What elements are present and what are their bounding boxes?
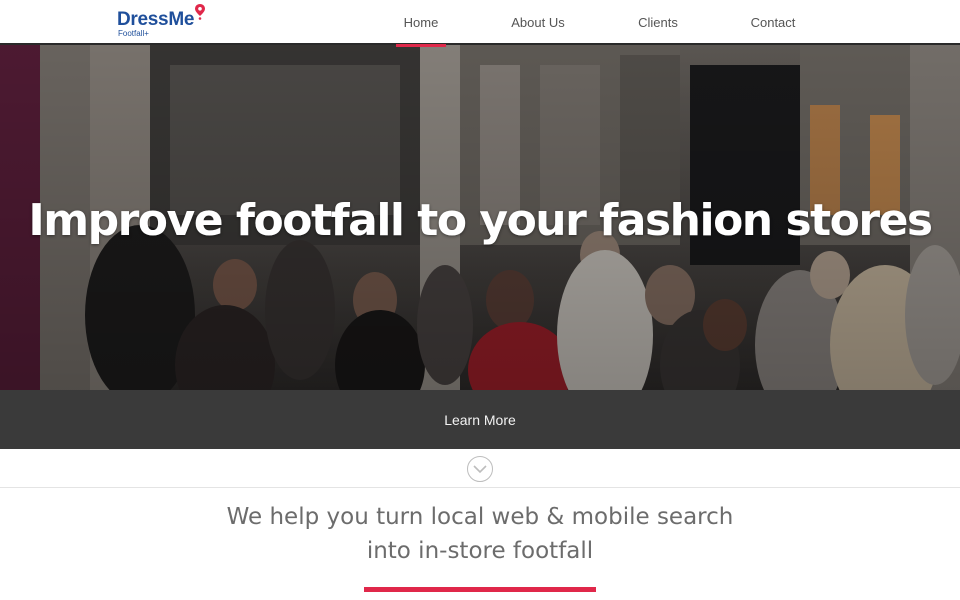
intro-line-2: into in-store footfall [366,538,594,564]
nav-contact-label: Contact [750,15,796,30]
nav-contact[interactable]: Contact [702,0,844,45]
nav-about-label: About Us [511,15,565,30]
scroll-down-button[interactable] [467,456,493,482]
hero-title: Improve footfall to your fashion stores [28,195,933,246]
nav-home[interactable]: Home [380,0,462,47]
logo-subtitle: Footfall+ [118,29,149,38]
map-pin-icon [195,4,205,20]
nav-clients-label: Clients [638,15,678,30]
logo-wordmark: DressMe [117,9,195,30]
learn-more-bar: Learn More [0,390,960,449]
intro-line-1: We help you turn local web & mobile sear… [226,504,734,530]
chevron-down-icon [473,464,487,473]
active-indicator [396,44,446,47]
learn-more-button[interactable]: Learn More [444,412,516,428]
nav-home-label: Home [403,15,439,30]
nav-clients[interactable]: Clients [614,0,702,45]
section-divider [364,587,596,592]
scroll-indicator [0,449,960,488]
logo[interactable]: DressMe Footfall+ [117,4,217,40]
intro-tagline: We help you turn local web & mobile sear… [0,500,960,568]
nav-about-us[interactable]: About Us [462,0,614,45]
hero-banner: Improve footfall to your fashion stores [0,45,960,390]
main-nav: Home About Us Clients Contact [380,0,844,47]
site-header: DressMe Footfall+ Home About Us Clients … [0,0,960,47]
